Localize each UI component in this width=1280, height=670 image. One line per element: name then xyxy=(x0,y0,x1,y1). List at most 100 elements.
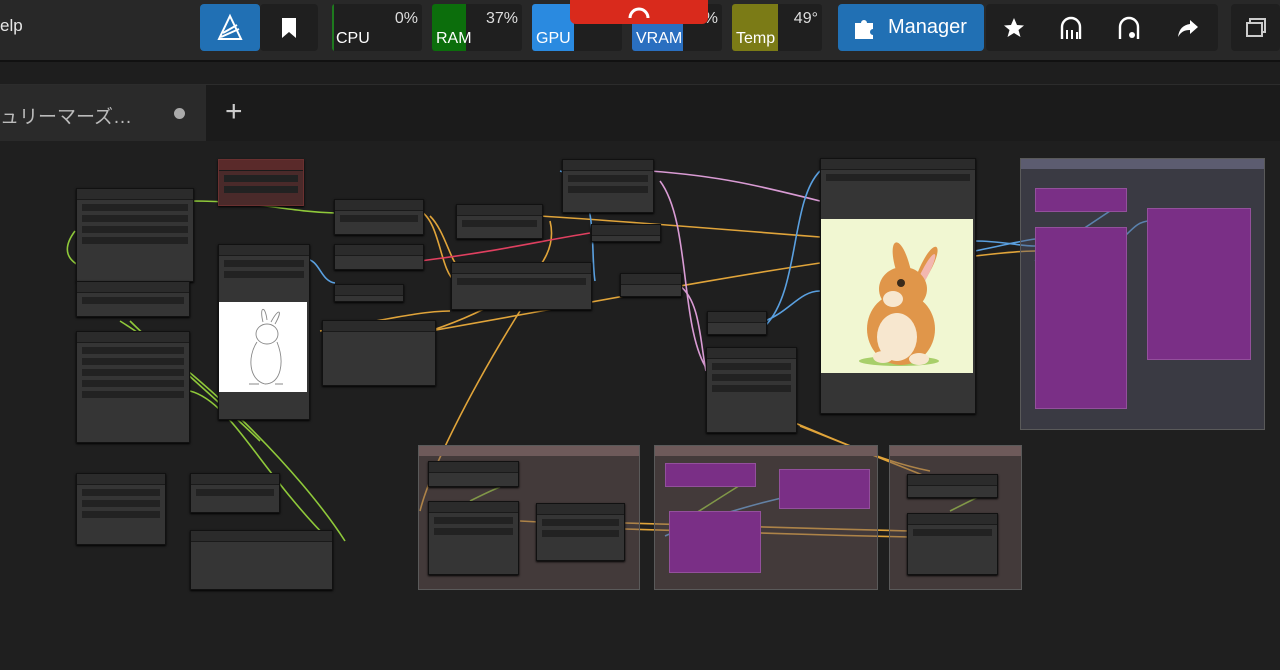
ghost-icon[interactable] xyxy=(1058,15,1084,41)
node-widget[interactable] xyxy=(224,271,304,278)
graph-node[interactable] xyxy=(334,284,404,302)
node-title-bar[interactable] xyxy=(707,348,796,359)
graph-node[interactable] xyxy=(451,262,592,310)
node-title-bar[interactable] xyxy=(429,502,518,513)
group-header[interactable] xyxy=(1021,159,1264,169)
node-title-bar[interactable] xyxy=(219,160,303,171)
group-header[interactable] xyxy=(890,446,1021,456)
graph-node[interactable] xyxy=(456,204,543,239)
node-widget[interactable] xyxy=(82,237,188,244)
graph-node[interactable] xyxy=(428,461,519,487)
node-title-bar[interactable] xyxy=(563,160,653,171)
graph-node[interactable] xyxy=(907,474,998,498)
purple-node[interactable] xyxy=(669,511,761,573)
node-widget[interactable] xyxy=(712,363,791,370)
node-widget[interactable] xyxy=(224,260,304,267)
graph-node[interactable] xyxy=(907,513,998,575)
node-widget[interactable] xyxy=(457,278,586,285)
graph-node[interactable] xyxy=(334,244,424,270)
node-title-bar[interactable] xyxy=(592,225,660,236)
graph-node[interactable] xyxy=(190,530,333,590)
node-widget[interactable] xyxy=(542,519,619,526)
node-widget[interactable] xyxy=(82,347,184,354)
graph-node[interactable] xyxy=(536,503,625,561)
node-widget[interactable] xyxy=(196,489,274,496)
node-widget[interactable] xyxy=(542,530,619,537)
node-title-bar[interactable] xyxy=(908,514,997,525)
node-widget[interactable] xyxy=(913,529,992,536)
graph-node[interactable] xyxy=(706,347,797,433)
node-widget[interactable] xyxy=(82,204,188,211)
node-widget[interactable] xyxy=(712,385,791,392)
unsaved-dot-icon[interactable] xyxy=(174,108,185,119)
comfy-logo-button[interactable] xyxy=(200,4,260,51)
menu-help[interactable]: elp xyxy=(0,16,23,36)
graph-node[interactable] xyxy=(322,320,436,386)
node-widget[interactable] xyxy=(568,175,648,182)
graph-node[interactable] xyxy=(591,224,661,242)
bookmark-button[interactable] xyxy=(260,4,318,51)
graph-node[interactable] xyxy=(76,281,190,317)
graph-node[interactable] xyxy=(76,331,190,443)
node-title-bar[interactable] xyxy=(335,200,423,211)
node-title-bar[interactable] xyxy=(335,245,423,256)
node-title-bar[interactable] xyxy=(537,504,624,515)
gallery-button[interactable] xyxy=(1231,4,1280,51)
purple-node[interactable] xyxy=(1035,188,1127,212)
graph-node[interactable] xyxy=(562,159,654,213)
node-title-bar[interactable] xyxy=(77,189,193,200)
node-widget[interactable] xyxy=(434,528,513,535)
graph-node[interactable] xyxy=(76,188,194,282)
node-widget[interactable] xyxy=(82,358,184,365)
node-widget[interactable] xyxy=(82,226,188,233)
workflow-tab[interactable]: ュリーマーズ… xyxy=(0,85,206,141)
node-widget[interactable] xyxy=(712,374,791,381)
node-title-bar[interactable] xyxy=(77,332,189,343)
graph-node[interactable] xyxy=(334,199,424,235)
group-header[interactable] xyxy=(419,446,639,456)
node-widget[interactable] xyxy=(224,175,298,182)
graph-node[interactable] xyxy=(707,311,767,335)
node-title-bar[interactable] xyxy=(191,531,332,542)
node-widget[interactable] xyxy=(82,391,184,398)
node-widget[interactable] xyxy=(82,380,184,387)
node-title-bar[interactable] xyxy=(708,312,766,323)
node-graph-canvas[interactable] xyxy=(0,141,1280,670)
node-widget[interactable] xyxy=(568,186,648,193)
node-widget[interactable] xyxy=(340,215,418,222)
star-icon[interactable] xyxy=(1002,16,1026,40)
node-title-bar[interactable] xyxy=(621,274,681,285)
node-widget[interactable] xyxy=(434,517,513,524)
graph-node-muted[interactable] xyxy=(218,159,304,206)
ghost-alt-icon[interactable] xyxy=(1116,15,1142,41)
node-title-bar[interactable] xyxy=(335,285,403,296)
node-title-bar[interactable] xyxy=(821,159,975,170)
graph-node[interactable] xyxy=(76,473,166,545)
purple-node[interactable] xyxy=(1147,208,1251,360)
share-icon[interactable] xyxy=(1176,16,1200,40)
node-widget[interactable] xyxy=(82,369,184,376)
node-widget[interactable] xyxy=(82,489,160,496)
graph-node[interactable] xyxy=(190,473,280,513)
node-widget[interactable] xyxy=(462,220,537,227)
node-widget[interactable] xyxy=(224,186,298,193)
node-widget[interactable] xyxy=(82,511,160,518)
node-title-bar[interactable] xyxy=(219,245,309,256)
purple-node[interactable] xyxy=(1035,227,1127,409)
node-widget[interactable] xyxy=(82,297,184,304)
group-header[interactable] xyxy=(655,446,877,456)
node-title-bar[interactable] xyxy=(191,474,279,485)
node-title-bar[interactable] xyxy=(452,263,591,274)
node-title-bar[interactable] xyxy=(77,282,189,293)
node-title-bar[interactable] xyxy=(457,205,542,216)
node-title-bar[interactable] xyxy=(429,462,518,473)
node-widget[interactable] xyxy=(82,500,160,507)
graph-node[interactable] xyxy=(428,501,519,575)
purple-node[interactable] xyxy=(665,463,756,487)
node-widget[interactable] xyxy=(826,174,970,181)
graph-node[interactable] xyxy=(620,273,682,297)
node-title-bar[interactable] xyxy=(77,474,165,485)
purple-node[interactable] xyxy=(779,469,870,509)
notch-indicator[interactable] xyxy=(570,0,708,24)
node-title-bar[interactable] xyxy=(323,321,435,332)
